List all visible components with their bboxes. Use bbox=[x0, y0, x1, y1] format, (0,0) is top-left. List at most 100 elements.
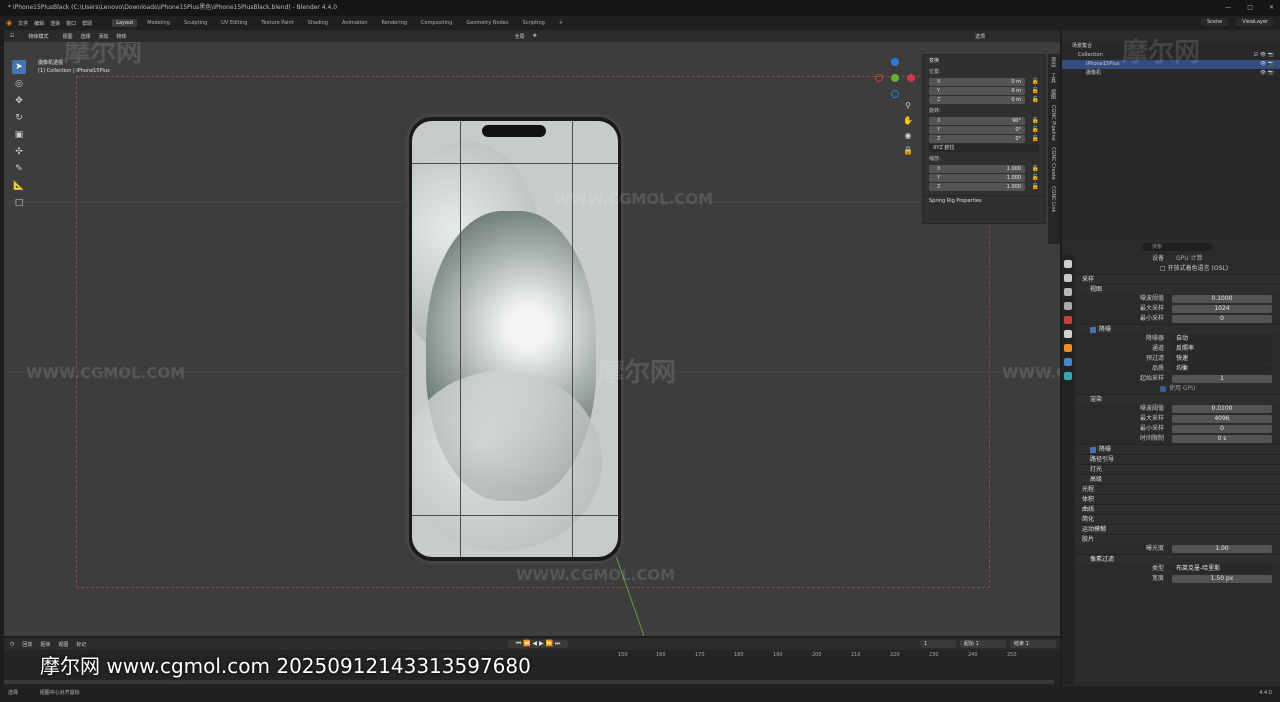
blender-logo-icon[interactable]: ◉ bbox=[6, 19, 12, 27]
clock-icon[interactable]: ◷ bbox=[10, 641, 14, 647]
view-layer-tab-icon[interactable] bbox=[1064, 302, 1072, 310]
menu-marker[interactable]: 标记 bbox=[76, 641, 86, 648]
render-tab-icon[interactable] bbox=[1064, 274, 1072, 282]
editor-type-icon[interactable]: ☷ bbox=[10, 33, 14, 39]
volumes-header[interactable]: 体积 bbox=[1076, 494, 1280, 504]
location-y-field[interactable]: Y0 m 🔓 bbox=[929, 87, 1039, 95]
render-denoise-header[interactable]: 降噪 bbox=[1076, 444, 1280, 454]
curves-header[interactable]: 曲线 bbox=[1076, 504, 1280, 514]
min-samples-field[interactable]: 0 bbox=[1172, 315, 1272, 323]
tab-sculpting[interactable]: Sculpting bbox=[180, 19, 211, 27]
tab-rendering[interactable]: Rendering bbox=[377, 19, 411, 27]
tab-modeling[interactable]: Modeling bbox=[143, 19, 174, 27]
pan-hand-icon[interactable]: ✋ bbox=[902, 115, 914, 127]
minimize-icon[interactable]: — bbox=[1225, 0, 1231, 16]
scale-z-field[interactable]: Z 1.000 🔓 bbox=[929, 183, 1039, 191]
transform-header[interactable]: 变换 bbox=[923, 55, 1045, 66]
menu-playback[interactable]: 回放 bbox=[22, 641, 32, 648]
add-cube-icon[interactable]: □ bbox=[12, 196, 26, 210]
measure-icon[interactable]: 📐 bbox=[12, 179, 26, 193]
gizmo-z-icon[interactable] bbox=[891, 58, 899, 66]
tab-item[interactable]: 项目 bbox=[1048, 54, 1059, 70]
pixel-filter-header[interactable]: 像素过滤 bbox=[1076, 554, 1280, 564]
exposure-field[interactable]: 1.00 bbox=[1172, 545, 1272, 553]
scale-y-field[interactable]: Y 1.000 🔓 bbox=[929, 174, 1039, 182]
quality-select[interactable]: 均衡 bbox=[1172, 365, 1272, 373]
advanced-header[interactable]: 高级 bbox=[1076, 474, 1280, 484]
noise-threshold-field[interactable]: 0.1000 bbox=[1172, 295, 1272, 303]
select-box-icon[interactable]: ➤ bbox=[12, 60, 26, 74]
properties-search[interactable]: 搜索 bbox=[1142, 243, 1212, 251]
scene-tab-icon[interactable] bbox=[1064, 316, 1072, 324]
tab-uv-editing[interactable]: UV Editing bbox=[217, 19, 251, 27]
use-gpu-checkbox[interactable]: 使用 GPU bbox=[1160, 384, 1196, 394]
outliner-row-camera[interactable]: 摄像机 👁 📷 bbox=[1062, 69, 1280, 78]
tab-scripting[interactable]: Scripting bbox=[519, 19, 549, 27]
transform-icon[interactable]: ✣ bbox=[12, 145, 26, 159]
world-tab-icon[interactable] bbox=[1064, 330, 1072, 338]
tab-view[interactable]: 视图 bbox=[1048, 86, 1059, 102]
render-noise-threshold-field[interactable]: 0.0100 bbox=[1172, 405, 1272, 413]
tab-texture-paint[interactable]: Texture Paint bbox=[257, 19, 297, 27]
gizmo-neg-z-icon[interactable] bbox=[891, 90, 899, 98]
gizmo-x-icon[interactable] bbox=[907, 74, 915, 82]
rotation-x-field[interactable]: X 90° 🔓 bbox=[929, 117, 1039, 125]
tool-tab-icon[interactable] bbox=[1064, 260, 1072, 268]
osl-checkbox[interactable]: □ 开放式着色语言 (OSL) bbox=[1160, 264, 1228, 274]
device-value[interactable]: GPU 计算 bbox=[1176, 254, 1203, 264]
move-icon[interactable]: ✥ bbox=[12, 94, 26, 108]
maximize-icon[interactable]: □ bbox=[1247, 0, 1253, 16]
simplify-header[interactable]: 简化 bbox=[1076, 514, 1280, 524]
timeline-scrollbar[interactable] bbox=[4, 680, 1054, 684]
menu-select[interactable]: 选择 bbox=[81, 33, 91, 40]
prefilter-select[interactable]: 快速 bbox=[1172, 355, 1272, 363]
menu-file[interactable]: 文件 bbox=[18, 20, 28, 27]
end-frame-field[interactable]: 结束 1 bbox=[1010, 640, 1056, 648]
gizmo-y-icon[interactable] bbox=[891, 74, 899, 82]
max-samples-field[interactable]: 1024 bbox=[1172, 305, 1272, 313]
render-min-samples-field[interactable]: 0 bbox=[1172, 425, 1272, 433]
menu-window[interactable]: 窗口 bbox=[66, 20, 76, 27]
menu-view[interactable]: 视图 bbox=[63, 33, 73, 40]
menu-edit[interactable]: 编辑 bbox=[34, 20, 44, 27]
tab-animation[interactable]: Animation bbox=[338, 19, 372, 27]
scale-x-field[interactable]: X 1.000 🔓 bbox=[929, 165, 1039, 173]
rotation-mode-select[interactable]: XYZ 欧拉 bbox=[929, 144, 1039, 152]
rotation-z-field[interactable]: Z 0° 🔓 bbox=[929, 135, 1039, 143]
rotation-y-field[interactable]: Y 0° 🔓 bbox=[929, 126, 1039, 134]
render-sampling-header[interactable]: 渲染 bbox=[1076, 394, 1280, 404]
camera-view-icon[interactable]: ◉ bbox=[902, 130, 914, 142]
mode-selector[interactable]: 物体模式 bbox=[22, 31, 55, 41]
passes-select[interactable]: 反照率 bbox=[1172, 345, 1272, 353]
light-paths-header[interactable]: 光程 bbox=[1076, 484, 1280, 494]
current-frame-field[interactable]: 1 bbox=[920, 640, 956, 648]
gizmo-neg-x-icon[interactable] bbox=[875, 74, 883, 82]
motion-blur-header[interactable]: 运动模糊 bbox=[1076, 524, 1280, 534]
menu-keying[interactable]: 抠帧 bbox=[40, 641, 50, 648]
add-workspace-icon[interactable]: + bbox=[555, 19, 567, 27]
path-guiding-header[interactable]: 路径引导 bbox=[1076, 454, 1280, 464]
location-z-field[interactable]: Z0 m 🔓 bbox=[929, 96, 1039, 104]
orientation-selector[interactable]: 全局 bbox=[515, 33, 525, 40]
tab-compositing[interactable]: Compositing bbox=[417, 19, 456, 27]
time-limit-field[interactable]: 0 s bbox=[1172, 435, 1272, 443]
render-max-samples-field[interactable]: 4096 bbox=[1172, 415, 1272, 423]
modifier-tab-icon[interactable] bbox=[1064, 358, 1072, 366]
options-dropdown[interactable]: 选项 bbox=[975, 33, 985, 40]
output-tab-icon[interactable] bbox=[1064, 288, 1072, 296]
tab-geometry-nodes[interactable]: Geometry Nodes bbox=[462, 19, 512, 27]
menu-timeline-view[interactable]: 视图 bbox=[58, 641, 68, 648]
cursor-icon[interactable]: ◎ bbox=[12, 77, 26, 91]
start-sample-field[interactable]: 1 bbox=[1172, 375, 1272, 383]
tab-cgnc-link[interactable]: CGNC Link bbox=[1048, 183, 1058, 215]
3d-viewport[interactable]: 摄像机透视 (1) Collection | iPhone15Plus ➤ ◎ … bbox=[4, 42, 1060, 636]
menu-object[interactable]: 物体 bbox=[117, 33, 127, 40]
view-layer-selector[interactable]: ViewLayer bbox=[1236, 18, 1274, 26]
menu-help[interactable]: 帮助 bbox=[82, 20, 92, 27]
spring-rig-header[interactable]: Spring Rig Properties bbox=[923, 195, 1045, 206]
lights-header[interactable]: 灯光 bbox=[1076, 464, 1280, 474]
film-header[interactable]: 胶片 bbox=[1076, 534, 1280, 544]
menu-add[interactable]: 添加 bbox=[99, 33, 109, 40]
sampling-header[interactable]: 采样 bbox=[1076, 274, 1280, 284]
location-x-field[interactable]: X0 m 🔓 bbox=[929, 78, 1039, 86]
